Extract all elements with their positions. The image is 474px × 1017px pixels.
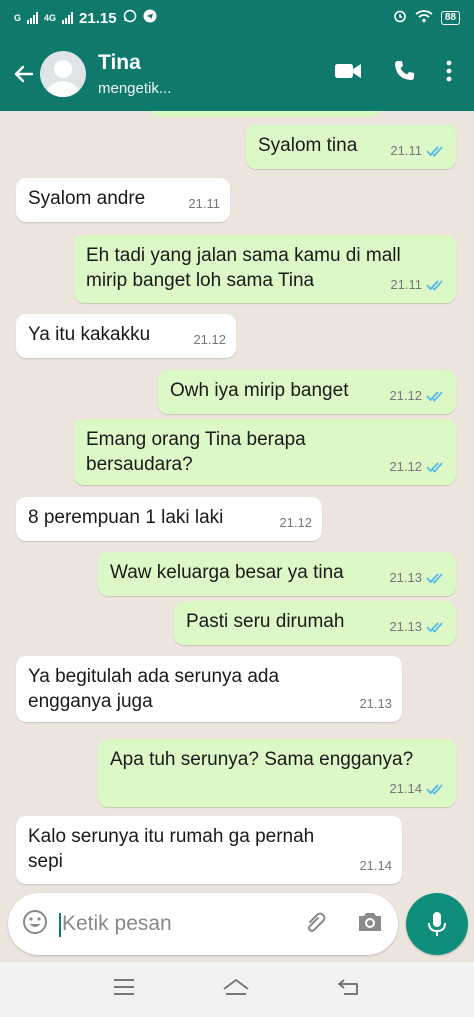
- menu-nav-button[interactable]: [112, 978, 136, 1001]
- message-time: 21.11: [390, 277, 422, 292]
- previous-message-edge: [150, 111, 380, 117]
- message-bubble[interactable]: Apa tuh serunya? Sama engganya? 21.14: [98, 739, 456, 807]
- camera-button[interactable]: [356, 910, 384, 939]
- clock: 21.15: [79, 9, 117, 27]
- message-bubble[interactable]: Eh tadi yang jalan sama kamu di mall mir…: [74, 235, 456, 303]
- message-time: 21.11: [188, 196, 220, 211]
- input-placeholder: Ketik pesan: [62, 912, 172, 935]
- double-check-icon: [426, 621, 443, 633]
- message-text: Ya begitulah ada serunya ada engganya ju…: [28, 666, 280, 712]
- message-bubble[interactable]: Syalom andre 21.11: [16, 178, 230, 222]
- message-time: 21.13: [389, 619, 422, 634]
- message-time: 21.13: [389, 570, 422, 585]
- network-type-4g: 4G: [44, 13, 57, 23]
- wifi-icon: [415, 9, 433, 27]
- message-text: Apa tuh serunya? Sama engganya?: [110, 749, 414, 770]
- message-bubble[interactable]: Kalo serunya itu rumah ga pernah sepi 21…: [16, 816, 402, 884]
- status-bar: G 4G 21.15 88: [0, 0, 474, 36]
- message-bubble[interactable]: Waw keluarga besar ya tina 21.13: [98, 552, 456, 596]
- phone-icon: [395, 61, 414, 80]
- message-text: Emang orang Tina berapa bersaudara?: [86, 429, 306, 475]
- message-time: 21.12: [279, 515, 312, 530]
- double-check-icon: [426, 279, 443, 291]
- camera-icon: [359, 912, 381, 931]
- message-time: 21.12: [389, 459, 422, 474]
- chat-area[interactable]: Syalom tina 21.11 Syalom andre 21.11 Eh …: [0, 111, 474, 891]
- chat-header: Tina mengetik...: [0, 36, 474, 111]
- back-nav-button[interactable]: [336, 977, 362, 1002]
- hamburger-icon: [114, 979, 135, 995]
- kebab-menu-icon: [446, 60, 452, 82]
- signal-icon-2: [62, 12, 74, 24]
- message-time: 21.14: [389, 781, 422, 796]
- video-camera-icon: [335, 64, 361, 78]
- attach-button[interactable]: [302, 909, 328, 940]
- network-type: G: [14, 13, 22, 23]
- voice-record-button[interactable]: [406, 893, 468, 955]
- back-nav-icon: [337, 979, 358, 995]
- message-bubble[interactable]: Pasti seru dirumah 21.13: [174, 601, 456, 645]
- double-check-icon: [426, 572, 443, 584]
- message-time: 21.12: [389, 388, 422, 403]
- message-input[interactable]: Ketik pesan: [59, 912, 172, 937]
- video-call-button[interactable]: [334, 61, 362, 86]
- whatsapp-notification-icon: [123, 9, 137, 27]
- alarm-icon: [393, 9, 407, 27]
- message-time: 21.14: [359, 858, 392, 873]
- system-nav-bar: [0, 962, 474, 1017]
- message-time: 21.12: [193, 332, 226, 347]
- message-bubble[interactable]: Ya begitulah ada serunya ada engganya ju…: [16, 656, 402, 722]
- message-bubble[interactable]: 8 perempuan 1 laki laki 21.12: [16, 497, 322, 541]
- emoji-icon: [23, 909, 47, 934]
- emoji-button[interactable]: [22, 909, 48, 940]
- typing-status: mengetik...: [98, 79, 172, 97]
- back-arrow-icon: [14, 65, 34, 82]
- text-cursor: [59, 913, 61, 937]
- home-icon: [223, 979, 249, 995]
- message-bubble[interactable]: Syalom tina 21.11: [246, 125, 456, 169]
- double-check-icon: [426, 461, 443, 473]
- home-nav-button[interactable]: [221, 977, 251, 1002]
- signal-icon: [27, 12, 39, 24]
- more-options-button[interactable]: [446, 60, 452, 87]
- double-check-icon: [426, 390, 443, 402]
- contact-name: Tina: [98, 50, 141, 74]
- message-input-bar[interactable]: Ketik pesan: [8, 893, 398, 955]
- message-text: Kalo serunya itu rumah ga pernah sepi: [28, 826, 315, 872]
- microphone-icon: [428, 912, 446, 936]
- double-check-icon: [426, 145, 443, 157]
- message-time: 21.13: [359, 696, 392, 711]
- message-text: 8 perempuan 1 laki laki: [28, 507, 224, 528]
- voice-call-button[interactable]: [392, 59, 416, 88]
- message-bubble[interactable]: Emang orang Tina berapa bersaudara? 21.1…: [74, 419, 456, 485]
- message-time: 21.11: [390, 143, 422, 158]
- telegram-notification-icon: [143, 9, 157, 27]
- message-bubble[interactable]: Owh iya mirip banget 21.12: [158, 370, 456, 414]
- message-bubble[interactable]: Ya itu kakakku 21.12: [16, 314, 236, 358]
- paperclip-icon: [308, 912, 326, 932]
- battery-indicator: 88: [440, 11, 460, 25]
- contact-info[interactable]: Tina mengetik...: [98, 51, 171, 97]
- double-check-icon: [426, 783, 443, 795]
- back-button[interactable]: [4, 62, 44, 86]
- avatar[interactable]: [40, 50, 86, 97]
